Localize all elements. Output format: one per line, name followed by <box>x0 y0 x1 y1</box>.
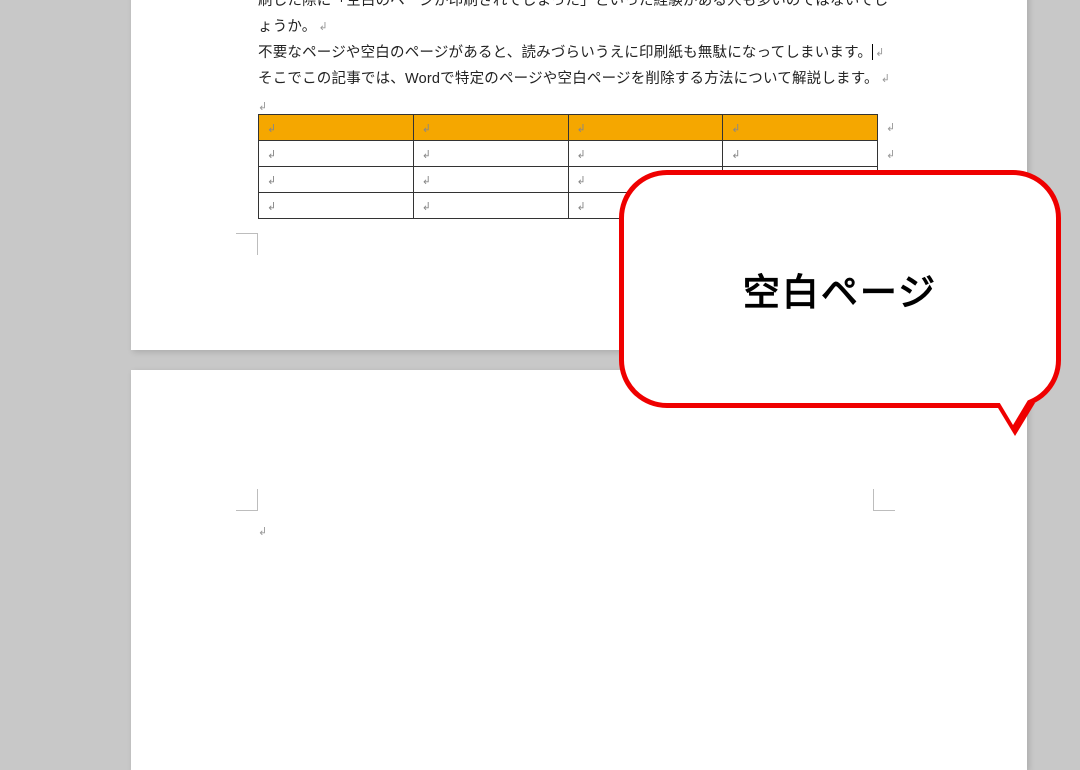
table-cell[interactable]: ↲ <box>259 193 414 219</box>
paragraph[interactable]: 不要なページや空白のページがあると、読みづらいうえに印刷紙も無駄になってしまいま… <box>258 40 898 66</box>
return-mark-icon: ↲ <box>886 148 895 161</box>
return-mark-icon: ↲ <box>258 100 267 113</box>
callout-balloon: 空白ページ <box>619 170 1061 408</box>
document-page-2[interactable]: ↲ <box>131 370 1027 770</box>
paragraph-text[interactable]: 不要なページや空白のページがあると、読みづらいうえに印刷紙も無駄になってしまいま… <box>258 45 872 61</box>
paragraph[interactable]: そこでこの記事では、Wordで特定のページや空白ページを削除する方法について解説… <box>258 66 898 92</box>
return-mark-icon: ↲ <box>881 73 890 85</box>
return-mark-icon: ↲ <box>267 149 276 161</box>
return-mark-icon: ↲ <box>422 149 431 161</box>
return-mark-icon: ↲ <box>886 121 895 134</box>
text-cursor-icon <box>872 44 873 60</box>
return-mark-icon: ↲ <box>577 123 586 135</box>
page-margin-marker-icon <box>873 489 895 511</box>
return-mark-icon: ↲ <box>422 175 431 187</box>
table-cell[interactable]: ↲ <box>568 141 723 167</box>
table-cell[interactable]: ↲ <box>259 167 414 193</box>
table-cell[interactable]: ↲ <box>413 115 568 141</box>
document-body[interactable]: 刷した際に「空白のページが印刷されてしまった」といった経験がある人も多いのではな… <box>258 0 898 92</box>
return-mark-icon: ↲ <box>422 201 431 213</box>
table-cell[interactable]: ↲ <box>259 141 414 167</box>
table-cell[interactable]: ↲ <box>259 115 414 141</box>
paragraph[interactable]: 刷した際に「空白のページが印刷されてしまった」といった経験がある人も多いのではな… <box>258 0 898 40</box>
table-cell[interactable]: ↲ <box>413 167 568 193</box>
callout-arrow-icon <box>998 400 1028 425</box>
table-cell[interactable]: ↲ <box>413 141 568 167</box>
table-cell[interactable]: ↲ <box>413 193 568 219</box>
return-mark-icon: ↲ <box>267 123 276 135</box>
return-mark-icon: ↲ <box>875 47 884 59</box>
return-mark-icon: ↲ <box>267 201 276 213</box>
return-mark-icon: ↲ <box>422 123 431 135</box>
return-mark-icon: ↲ <box>731 149 740 161</box>
return-mark-icon: ↲ <box>319 21 328 33</box>
table-row[interactable]: ↲ ↲ ↲ ↲ <box>259 141 878 167</box>
return-mark-icon: ↲ <box>577 149 586 161</box>
paragraph-text[interactable]: そこでこの記事では、Wordで特定のページや空白ページを削除する方法について解説… <box>258 71 879 87</box>
return-mark-icon: ↲ <box>577 201 586 213</box>
table-cell[interactable]: ↲ <box>568 115 723 141</box>
table-cell[interactable]: ↲ <box>723 115 878 141</box>
page-margin-marker-icon <box>236 233 258 255</box>
page-margin-marker-icon <box>236 489 258 511</box>
return-mark-icon: ↲ <box>267 175 276 187</box>
paragraph-text[interactable]: 刷した際に「空白のページが印刷されてしまった」といった経験がある人も多いのではな… <box>258 0 888 35</box>
table-cell[interactable]: ↲ <box>723 141 878 167</box>
table-header-row[interactable]: ↲ ↲ ↲ ↲ <box>259 115 878 141</box>
return-mark-icon: ↲ <box>577 175 586 187</box>
return-mark-icon: ↲ <box>258 525 267 538</box>
return-mark-icon: ↲ <box>731 123 740 135</box>
callout-text: 空白ページ <box>743 262 937 316</box>
